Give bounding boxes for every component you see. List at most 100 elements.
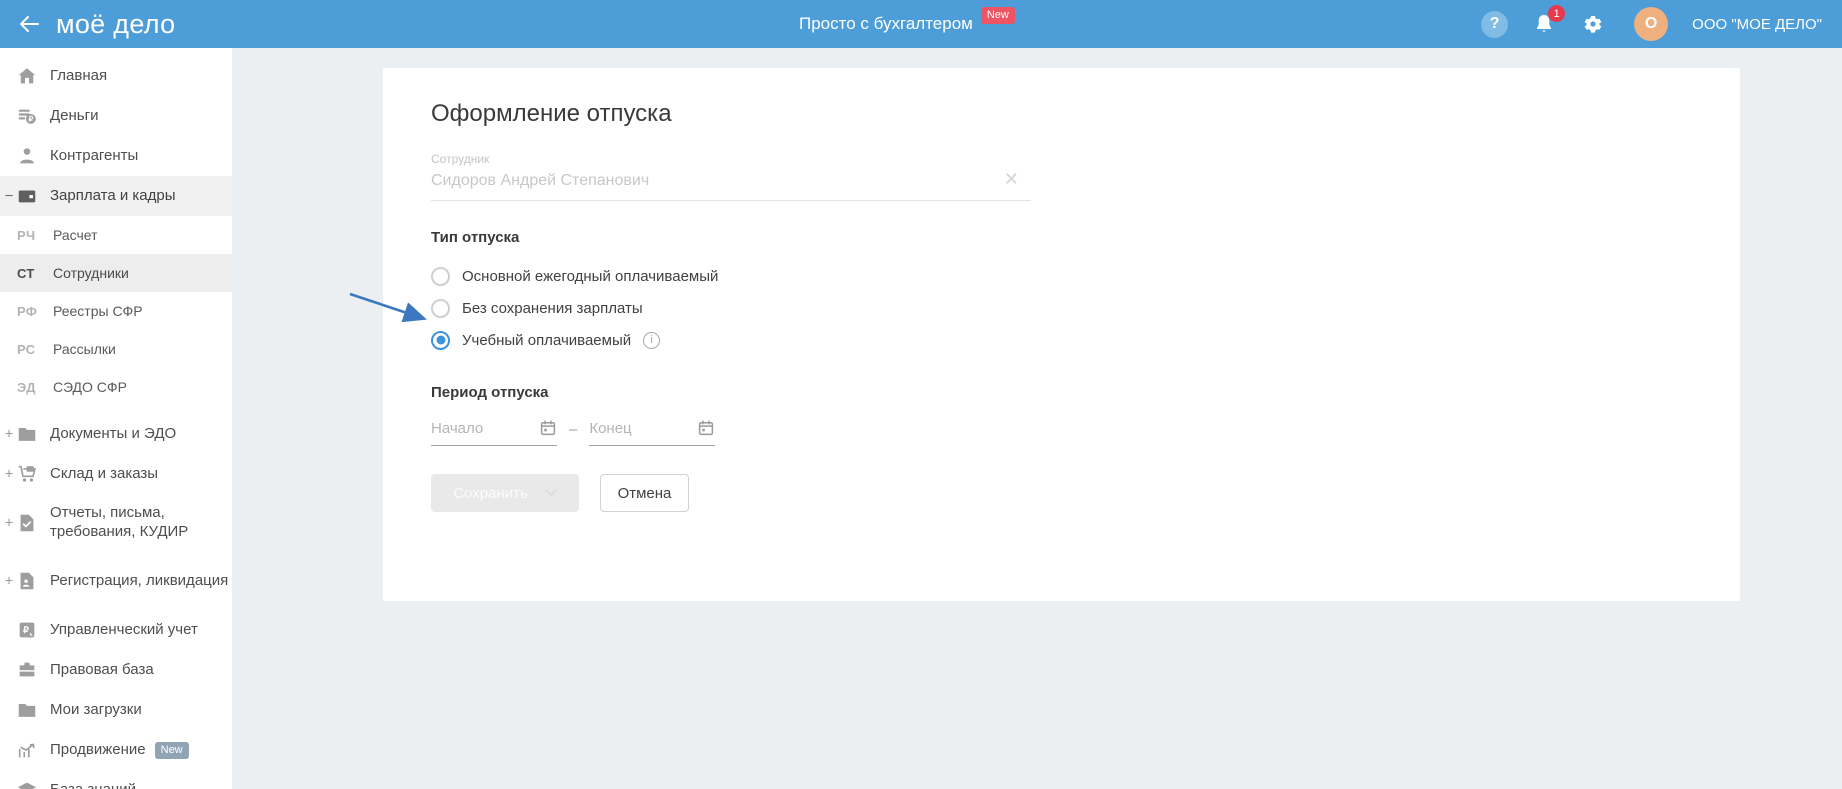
vacation-type-options: Основной ежегодный оплачиваемый Без сохр… [431, 260, 1692, 356]
help-icon[interactable]: ? [1481, 10, 1509, 38]
sidebar-item-label: Контрагенты [50, 146, 139, 164]
sidebar-item-reports-letters[interactable]: + Отчеты, письма, требования, КУДИР [0, 494, 232, 552]
sidebar-item-contractors[interactable]: Контрагенты [0, 136, 232, 176]
form-actions: Сохранить Отмена [431, 474, 1692, 512]
sidebar-item-management-accounting[interactable]: ₽ Управленческий учет [0, 610, 232, 650]
top-header: моё дело Просто с бухгалтером New ? 1 O … [0, 0, 1842, 48]
cancel-button[interactable]: Отмена [600, 474, 689, 512]
subitem-abbr: РЧ [17, 227, 36, 243]
radio-option-label[interactable]: Учебный оплачиваемый [462, 332, 631, 349]
cart-icon [15, 462, 39, 486]
sidebar-divider-gap [0, 406, 232, 414]
subitem-label: Реестры СФР [53, 303, 143, 319]
vacation-form-card: Оформление отпуска Сотрудник Сидоров Анд… [383, 68, 1740, 601]
save-button-label: Сохранить [453, 484, 528, 502]
subitem-abbr: СТ [17, 265, 35, 281]
svg-text:₽: ₽ [23, 625, 29, 635]
calendar-icon[interactable] [539, 419, 557, 437]
sidebar-item-salary-hr[interactable]: − Зарплата и кадры [0, 176, 232, 216]
expand-plus-icon[interactable]: + [4, 573, 14, 590]
page-title: Оформление отпуска [431, 100, 672, 127]
sidebar-item-label: Деньги [50, 106, 99, 124]
subitem-abbr: ЭД [17, 379, 36, 395]
sidebar-nav: Главная ₽ Деньги Контрагенты − Зарплата … [0, 48, 232, 789]
sidebar-item-label: Документы и ЭДО [50, 424, 177, 442]
expand-plus-icon[interactable]: + [4, 515, 14, 532]
contractors-icon [15, 144, 39, 168]
employee-field-label: Сотрудник [431, 152, 490, 166]
expand-plus-icon[interactable]: + [4, 426, 14, 443]
back-arrow-icon[interactable] [16, 11, 42, 37]
sidebar-item-warehouse-orders[interactable]: + Склад и заказы [0, 454, 232, 494]
sidebar-item-home[interactable]: Главная [0, 56, 232, 96]
radio-checked-icon[interactable] [431, 330, 450, 350]
sidebar-item-documents-edo[interactable]: + Документы и ЭДО [0, 414, 232, 454]
promotion-icon [15, 738, 39, 762]
subitem-label: Сотрудники [53, 265, 129, 281]
money-icon: ₽ [15, 104, 39, 128]
sidebar-item-label: Регистрация, ликвидация [50, 571, 229, 589]
expand-plus-icon[interactable]: + [4, 466, 14, 483]
report-icon [15, 511, 39, 535]
save-button[interactable]: Сохранить [431, 474, 579, 512]
sidebar-item-label: Правовая база [50, 660, 154, 678]
salary-icon [15, 184, 39, 208]
chevron-down-icon[interactable] [545, 489, 557, 497]
sidebar-subitem-sfr-registers[interactable]: РФ Реестры СФР [0, 292, 232, 330]
promo-text: Просто с бухгалтером [799, 14, 973, 33]
sidebar-subitem-mailings[interactable]: РС Рассылки [0, 330, 232, 368]
vacation-period-inputs: Начало – Конец [431, 419, 1692, 446]
settings-gear-icon[interactable] [1580, 12, 1604, 36]
briefcase-icon [15, 658, 39, 682]
sidebar-subitem-employees[interactable]: СТ Сотрудники [0, 254, 232, 292]
calendar-icon[interactable] [697, 419, 715, 437]
header-actions: ? 1 O ООО "МОЕ ДЕЛО" [1481, 0, 1822, 48]
employee-field-value: Сидоров Андрей Степанович [431, 172, 650, 189]
radio-option-annual-paid[interactable]: Основной ежегодный оплачиваемый [431, 260, 1692, 292]
subitem-label: Расчет [53, 227, 98, 243]
notifications-bell-icon[interactable]: 1 [1532, 5, 1566, 36]
knowledge-icon [15, 778, 39, 789]
clear-employee-icon[interactable]: ✕ [1004, 170, 1019, 188]
radio-unchecked-icon[interactable] [431, 298, 450, 318]
radio-option-label[interactable]: Основной ежегодный оплачиваемый [462, 268, 718, 285]
downloads-icon [15, 698, 39, 722]
sidebar-subitem-sedo-sfr[interactable]: ЭД СЭДО СФР [0, 368, 232, 406]
sidebar-subitem-calculation[interactable]: РЧ Расчет [0, 216, 232, 254]
registration-icon [15, 569, 39, 593]
start-date-placeholder: Начало [431, 419, 484, 437]
radio-option-study-paid[interactable]: Учебный оплачиваемый i [431, 324, 1692, 356]
info-icon[interactable]: i [643, 331, 661, 349]
start-date-input[interactable]: Начало [431, 419, 557, 446]
promotion-new-badge: New [154, 741, 189, 759]
sidebar-item-label: Зарплата и кадры [50, 186, 176, 204]
sidebar-item-my-downloads[interactable]: Мои загрузки [0, 690, 232, 730]
radio-option-label[interactable]: Без сохранения зарплаты [462, 300, 643, 317]
subitem-abbr: РС [17, 341, 36, 357]
radio-option-unpaid[interactable]: Без сохранения зарплаты [431, 292, 1692, 324]
company-name[interactable]: ООО "МОЕ ДЕЛО" [1692, 16, 1822, 33]
sidebar-item-promotion[interactable]: Продвижение New [0, 730, 232, 770]
promo-banner[interactable]: Просто с бухгалтером New [799, 0, 1015, 48]
vacation-period-label: Период отпуска [431, 384, 549, 401]
sidebar-item-label: Мои загрузки [50, 700, 142, 718]
end-date-input[interactable]: Конец [589, 419, 716, 446]
sidebar-item-knowledge-base[interactable]: База знаний [0, 770, 232, 789]
folder-icon [15, 422, 39, 446]
sidebar-item-money[interactable]: ₽ Деньги [0, 96, 232, 136]
subitem-label: Рассылки [53, 341, 116, 357]
sidebar-item-label: Склад и заказы [50, 464, 159, 482]
app-logo[interactable]: моё дело [56, 9, 175, 40]
radio-unchecked-icon[interactable] [431, 266, 450, 286]
employee-field[interactable]: Сотрудник Сидоров Андрей Степанович ✕ [431, 152, 1031, 201]
sidebar-item-legal-base[interactable]: Правовая база [0, 650, 232, 690]
user-avatar[interactable]: O [1634, 7, 1669, 41]
management-icon: ₽ [15, 618, 39, 642]
date-range-separator: – [569, 421, 578, 438]
sidebar-item-label: База знаний [50, 781, 136, 789]
subitem-abbr: РФ [17, 303, 38, 319]
collapse-minus-icon[interactable]: − [4, 188, 14, 205]
sidebar-item-label: Продвижение [50, 740, 146, 758]
subitem-label: СЭДО СФР [53, 379, 127, 395]
sidebar-item-registration[interactable]: + Регистрация, ликвидация [0, 552, 232, 610]
